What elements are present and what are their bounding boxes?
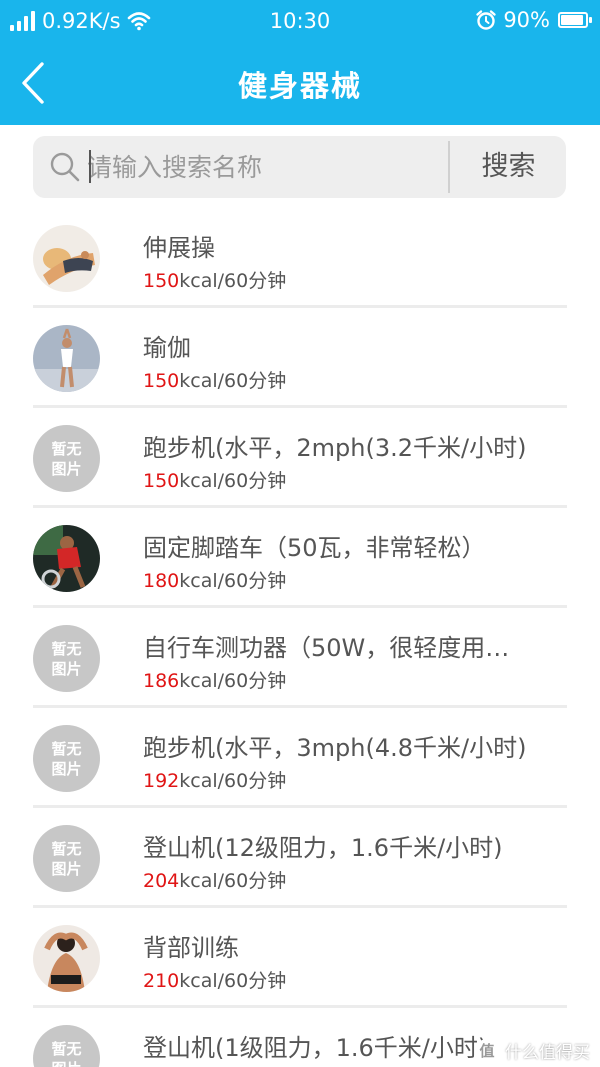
calorie-value: 150 bbox=[143, 370, 180, 392]
watermark-badge: 值 bbox=[475, 1038, 499, 1063]
item-name: 瑜伽 bbox=[143, 334, 191, 362]
battery-percent: 90% bbox=[503, 8, 550, 32]
thumbnail-photo bbox=[33, 525, 100, 592]
calorie-value: 150 bbox=[143, 270, 180, 292]
calorie-value: 192 bbox=[143, 770, 180, 792]
watermark-text: 什么值得买 bbox=[505, 1043, 590, 1063]
list-item[interactable]: 伸展操 150kcal/60分钟 bbox=[0, 208, 600, 308]
item-calories: 150kcal/60分钟 bbox=[143, 266, 286, 293]
calorie-unit: kcal/60分钟 bbox=[179, 770, 287, 792]
search-bar: 搜索 bbox=[33, 136, 566, 198]
calorie-value: 204 bbox=[143, 870, 180, 892]
thumbnail-photo bbox=[33, 225, 100, 292]
calorie-unit: kcal/60分钟 bbox=[179, 670, 287, 692]
no-image-placeholder: 暂无 图片 bbox=[33, 625, 100, 692]
item-thumbnail bbox=[33, 225, 100, 292]
item-name: 登山机(12级阻力，1.6千米/小时) bbox=[143, 834, 503, 862]
calorie-value: 180 bbox=[143, 570, 180, 592]
item-name: 跑步机(水平，2mph(3.2千米/小时) bbox=[143, 434, 527, 462]
list-item[interactable]: 暂无 图片 跑步机(水平，3mph(4.8千米/小时) 192kcal/60分钟 bbox=[0, 708, 600, 808]
list-item[interactable]: 暂无 图片 自行车测功器（50W，很轻度用… 186kcal/60分钟 bbox=[0, 608, 600, 708]
page-title: 健身器械 bbox=[237, 69, 362, 103]
calorie-value: 186 bbox=[143, 670, 180, 692]
battery-icon bbox=[558, 12, 592, 28]
thumbnail-photo bbox=[33, 325, 100, 392]
status-bar: 0.92K/s 10:30 90% bbox=[0, 0, 600, 42]
calorie-unit: kcal/60分钟 bbox=[179, 470, 287, 492]
search-input[interactable] bbox=[87, 145, 467, 189]
list-item[interactable]: 暂无 图片 登山机(12级阻力，1.6千米/小时) 204kcal/60分钟 bbox=[0, 808, 600, 908]
equipment-list: 伸展操 150kcal/60分钟 瑜伽 150kcal/60分钟 暂无 图片 跑步机(水平… bbox=[0, 208, 600, 1067]
item-calories: 150kcal/60分钟 bbox=[143, 466, 286, 493]
calorie-unit: kcal/60分钟 bbox=[179, 270, 287, 292]
item-thumbnail bbox=[33, 325, 100, 392]
text-caret bbox=[89, 150, 91, 183]
item-thumbnail bbox=[33, 925, 100, 992]
search-divider bbox=[448, 141, 450, 193]
list-item[interactable]: 固定脚踏车（50瓦，非常轻松） 180kcal/60分钟 bbox=[0, 508, 600, 608]
item-calories: 186kcal/60分钟 bbox=[143, 666, 286, 693]
item-calories: 210kcal/60分钟 bbox=[143, 966, 286, 993]
calorie-unit: kcal/60分钟 bbox=[179, 870, 287, 892]
no-image-placeholder: 暂无 图片 bbox=[33, 425, 100, 492]
item-calories: 180kcal/60分钟 bbox=[143, 566, 286, 593]
app-bar: 0.92K/s 10:30 90% 健身器械 bbox=[0, 0, 600, 125]
item-calories: 150kcal/60分钟 bbox=[143, 366, 286, 393]
calorie-value: 150 bbox=[143, 470, 180, 492]
list-item[interactable]: 背部训练 210kcal/60分钟 bbox=[0, 908, 600, 1008]
watermark: 值 什么值得买 bbox=[475, 1038, 590, 1063]
list-item[interactable]: 瑜伽 150kcal/60分钟 bbox=[0, 308, 600, 408]
item-thumbnail bbox=[33, 525, 100, 592]
calorie-unit: kcal/60分钟 bbox=[179, 370, 287, 392]
calorie-unit: kcal/60分钟 bbox=[179, 970, 287, 992]
alarm-icon bbox=[476, 10, 497, 30]
item-name: 自行车测功器（50W，很轻度用… bbox=[143, 634, 510, 662]
calorie-unit: kcal/60分钟 bbox=[179, 570, 287, 592]
no-image-placeholder: 暂无 图片 bbox=[33, 825, 100, 892]
calorie-value: 210 bbox=[143, 970, 180, 992]
item-name: 固定脚踏车（50瓦，非常轻松） bbox=[143, 534, 486, 562]
thumbnail-photo bbox=[33, 925, 100, 992]
item-calories: 192kcal/60分钟 bbox=[143, 766, 286, 793]
item-calories: 204kcal/60分钟 bbox=[143, 866, 286, 893]
search-button[interactable]: 搜索 bbox=[451, 136, 566, 198]
no-image-placeholder: 暂无 图片 bbox=[33, 725, 100, 792]
list-item[interactable]: 暂无 图片 跑步机(水平，2mph(3.2千米/小时) 150kcal/60分钟 bbox=[0, 408, 600, 508]
item-name: 伸展操 bbox=[143, 234, 215, 262]
item-name: 跑步机(水平，3mph(4.8千米/小时) bbox=[143, 734, 527, 762]
search-icon bbox=[50, 152, 80, 182]
item-name: 背部训练 bbox=[143, 934, 239, 962]
no-image-placeholder: 暂无 图片 bbox=[33, 1025, 100, 1067]
